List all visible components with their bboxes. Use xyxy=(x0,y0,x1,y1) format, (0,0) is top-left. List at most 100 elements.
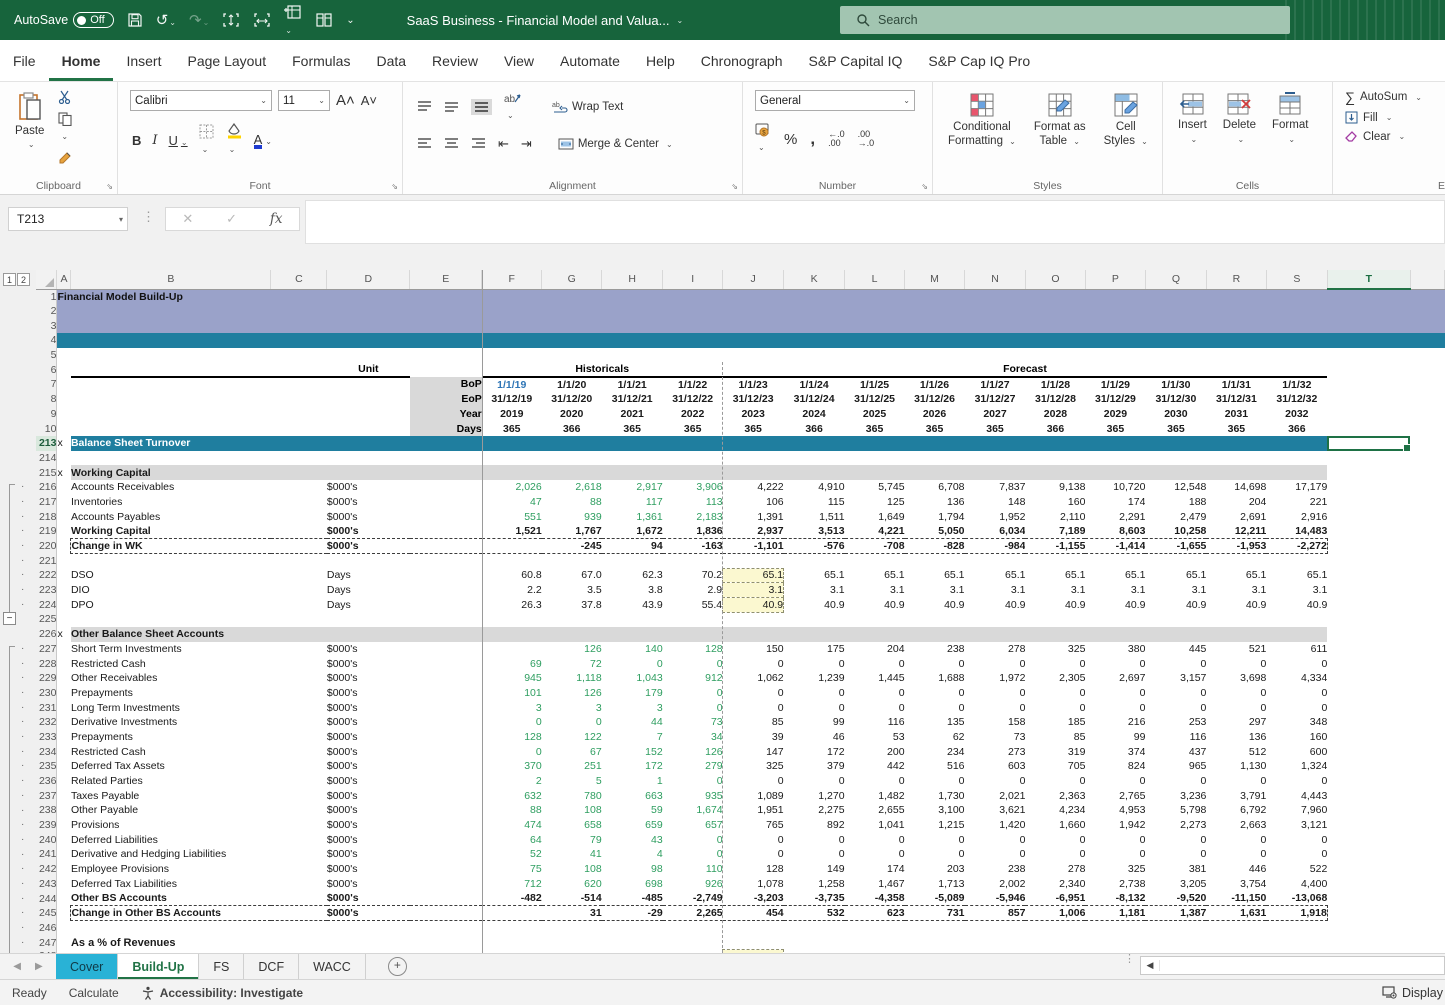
cell[interactable] xyxy=(905,612,965,627)
cell[interactable] xyxy=(905,451,965,466)
hist-value-cell[interactable]: 52 xyxy=(482,847,542,862)
cell[interactable] xyxy=(327,553,410,568)
fc-value-cell[interactable]: 253 xyxy=(1145,715,1206,730)
fc-value-cell[interactable]: 0 xyxy=(723,656,784,671)
row-header-242[interactable]: 242 xyxy=(36,862,57,877)
row-header-241[interactable]: 241 xyxy=(36,847,57,862)
number-format-combo[interactable]: General⌄ xyxy=(755,90,915,111)
cell[interactable] xyxy=(410,715,482,730)
fc-days-cell[interactable]: 365 xyxy=(723,421,784,436)
fc-year-cell[interactable]: 2023 xyxy=(723,407,784,422)
row-header-235[interactable]: 235 xyxy=(36,759,57,774)
cell[interactable] xyxy=(1266,451,1327,466)
fc-value-cell[interactable]: 40.9 xyxy=(1145,597,1206,612)
row-header-240[interactable]: 240 xyxy=(36,832,57,847)
cell[interactable] xyxy=(1410,642,1444,657)
fc-value-cell[interactable]: 116 xyxy=(845,715,905,730)
fc-value-cell[interactable]: 2,340 xyxy=(1025,877,1085,892)
bold-button[interactable]: B xyxy=(132,133,141,148)
fc-value-cell[interactable]: 0 xyxy=(1025,686,1085,701)
cell[interactable] xyxy=(1327,671,1410,686)
cell[interactable] xyxy=(542,451,602,466)
cell[interactable] xyxy=(57,583,71,598)
cell[interactable] xyxy=(410,774,482,789)
cell[interactable] xyxy=(1410,715,1444,730)
fc-value-cell[interactable]: 3.1 xyxy=(1025,583,1085,598)
fc-value-cell[interactable]: 65.1 xyxy=(1085,568,1145,583)
row-header-220[interactable]: 220 xyxy=(36,539,57,554)
fc-value-cell[interactable]: 6,792 xyxy=(1206,803,1266,818)
font-color-icon[interactable]: A⌄ xyxy=(254,131,272,149)
insert-cells-button[interactable]: Insert⌄ xyxy=(1171,86,1214,147)
tab-scroll-splitter[interactable]: ⋮ xyxy=(1124,957,1135,962)
fc-bop-cell[interactable]: 1/1/24 xyxy=(784,377,845,392)
fc-value-cell[interactable]: -5,946 xyxy=(965,891,1026,906)
hist-value-cell[interactable]: 279 xyxy=(663,759,723,774)
fc-value-cell[interactable]: 1,130 xyxy=(1206,759,1266,774)
fc-value-cell[interactable]: 6,034 xyxy=(965,524,1026,539)
cell[interactable] xyxy=(71,392,271,407)
hist-value-cell[interactable]: 3 xyxy=(602,700,663,715)
hist-value-cell[interactable]: 128 xyxy=(482,730,542,745)
row-header-224[interactable]: 224 xyxy=(36,597,57,612)
fc-eop-cell[interactable]: 31/12/23 xyxy=(723,392,784,407)
cell[interactable] xyxy=(1327,847,1410,862)
cell[interactable] xyxy=(845,935,905,950)
cell[interactable] xyxy=(410,509,482,524)
cell[interactable] xyxy=(482,921,542,936)
fc-value-cell[interactable]: 0 xyxy=(905,774,965,789)
cell[interactable] xyxy=(410,642,482,657)
cell[interactable] xyxy=(482,935,542,950)
fc-value-cell[interactable]: 0 xyxy=(784,700,845,715)
fc-value-cell[interactable]: 0 xyxy=(905,686,965,701)
row-header-222[interactable]: 222 xyxy=(36,568,57,583)
cell[interactable] xyxy=(1145,348,1206,363)
fc-value-cell[interactable]: 325 xyxy=(1085,862,1145,877)
cell[interactable] xyxy=(1327,730,1410,745)
column-header-D[interactable]: D xyxy=(327,270,410,289)
cell[interactable] xyxy=(1327,862,1410,877)
cell[interactable] xyxy=(482,451,542,466)
fc-bop-cell[interactable]: 1/1/29 xyxy=(1085,377,1145,392)
fc-value-cell[interactable]: 1,951 xyxy=(723,803,784,818)
cell[interactable] xyxy=(327,612,410,627)
sheet-nav-left-icon[interactable]: ◀ xyxy=(13,961,21,972)
cell[interactable] xyxy=(410,686,482,701)
hist-value-cell[interactable]: 0 xyxy=(663,774,723,789)
cell[interactable] xyxy=(57,642,71,657)
fc-value-cell[interactable]: 0 xyxy=(784,686,845,701)
cell[interactable] xyxy=(723,921,784,936)
fc-value-cell[interactable]: -1,155 xyxy=(1025,539,1085,554)
cell[interactable] xyxy=(1410,421,1444,436)
copy-icon[interactable]: ⌄ xyxy=(58,112,73,144)
fc-value-cell[interactable]: 1,713 xyxy=(905,877,965,892)
cell[interactable] xyxy=(602,921,663,936)
row-header-239[interactable]: 239 xyxy=(36,818,57,833)
hist-value-cell[interactable]: 140 xyxy=(602,642,663,657)
hist-value-cell[interactable] xyxy=(482,642,542,657)
sheet-tab-fs[interactable]: FS xyxy=(199,954,244,979)
cell[interactable] xyxy=(410,480,482,495)
paste-button[interactable]: Paste⌄ xyxy=(8,86,51,149)
fc-value-cell[interactable]: 0 xyxy=(845,774,905,789)
cell[interactable] xyxy=(1025,553,1085,568)
cell[interactable] xyxy=(1410,671,1444,686)
fc-value-cell[interactable]: 2,479 xyxy=(1145,509,1206,524)
fc-value-cell[interactable]: 623 xyxy=(845,906,905,921)
fc-value-cell[interactable]: 0 xyxy=(1206,656,1266,671)
hist-value-cell[interactable]: 67.0 xyxy=(542,568,602,583)
cell[interactable] xyxy=(57,612,71,627)
cell[interactable] xyxy=(410,583,482,598)
fc-value-cell[interactable]: 1,482 xyxy=(845,788,905,803)
cell[interactable] xyxy=(1327,392,1410,407)
fc-value-cell[interactable]: 278 xyxy=(965,642,1026,657)
fc-value-cell[interactable]: 65.1 xyxy=(723,568,784,583)
cell[interactable] xyxy=(57,847,71,862)
fc-value-cell[interactable]: 2,273 xyxy=(1145,818,1206,833)
fc-eop-cell[interactable]: 31/12/24 xyxy=(784,392,845,407)
fc-value-cell[interactable]: 380 xyxy=(1085,642,1145,657)
hist-value-cell[interactable]: 126 xyxy=(542,686,602,701)
cell[interactable] xyxy=(723,553,784,568)
fc-value-cell[interactable]: 1,181 xyxy=(1085,906,1145,921)
sheet-tab-cover[interactable]: Cover xyxy=(56,954,118,979)
